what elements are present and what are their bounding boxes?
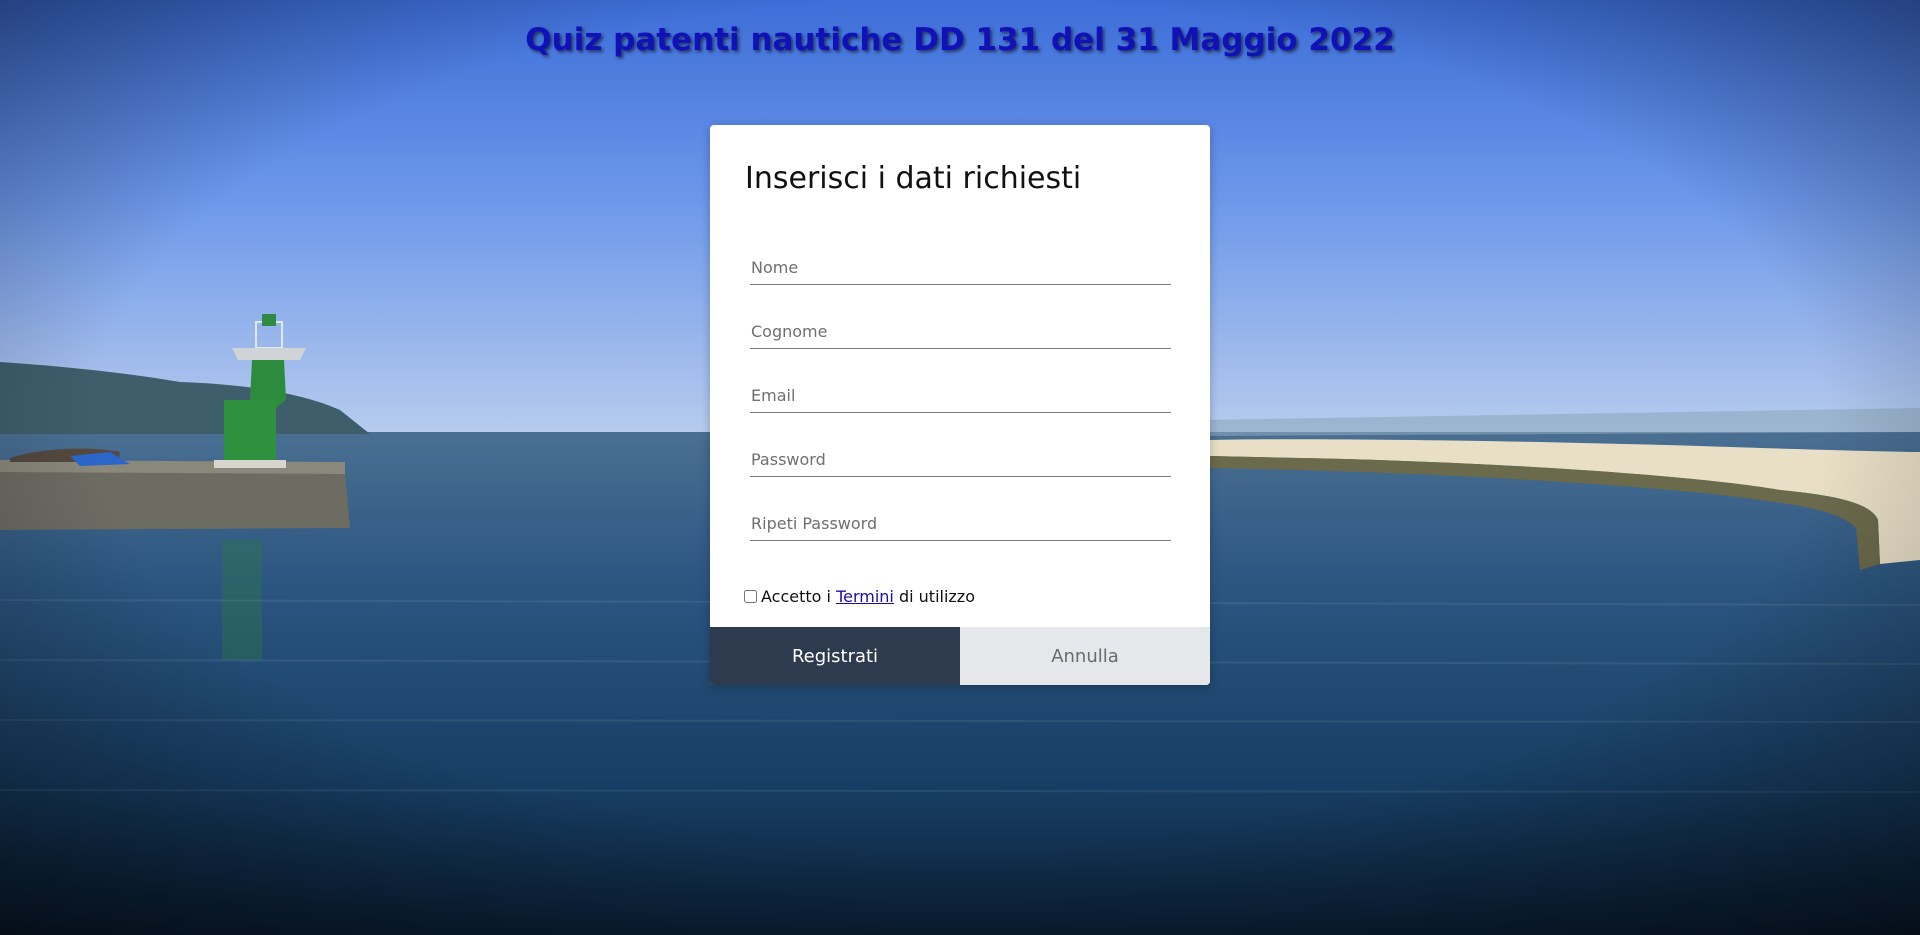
terms-row: Accetto i Termini di utilizzo xyxy=(744,587,975,606)
terms-suffix: di utilizzo xyxy=(898,587,975,606)
form-heading: Inserisci i dati richiesti xyxy=(745,161,1082,196)
terms-link[interactable]: Termini xyxy=(836,587,894,606)
terms-checkbox[interactable] xyxy=(744,590,757,603)
password-input[interactable] xyxy=(750,443,1171,477)
repeat-password-input[interactable] xyxy=(750,507,1171,541)
registration-card: Inserisci i dati richiesti Accetto i Ter… xyxy=(710,125,1210,685)
cognome-input[interactable] xyxy=(750,315,1171,349)
register-button[interactable]: Registrati xyxy=(710,627,960,685)
site-title: Quiz patenti nautiche DD 131 del 31 Magg… xyxy=(525,22,1395,58)
nome-input[interactable] xyxy=(750,251,1171,285)
email-input[interactable] xyxy=(750,379,1171,413)
cancel-button[interactable]: Annulla xyxy=(960,627,1210,685)
terms-prefix: Accetto i xyxy=(761,587,831,606)
